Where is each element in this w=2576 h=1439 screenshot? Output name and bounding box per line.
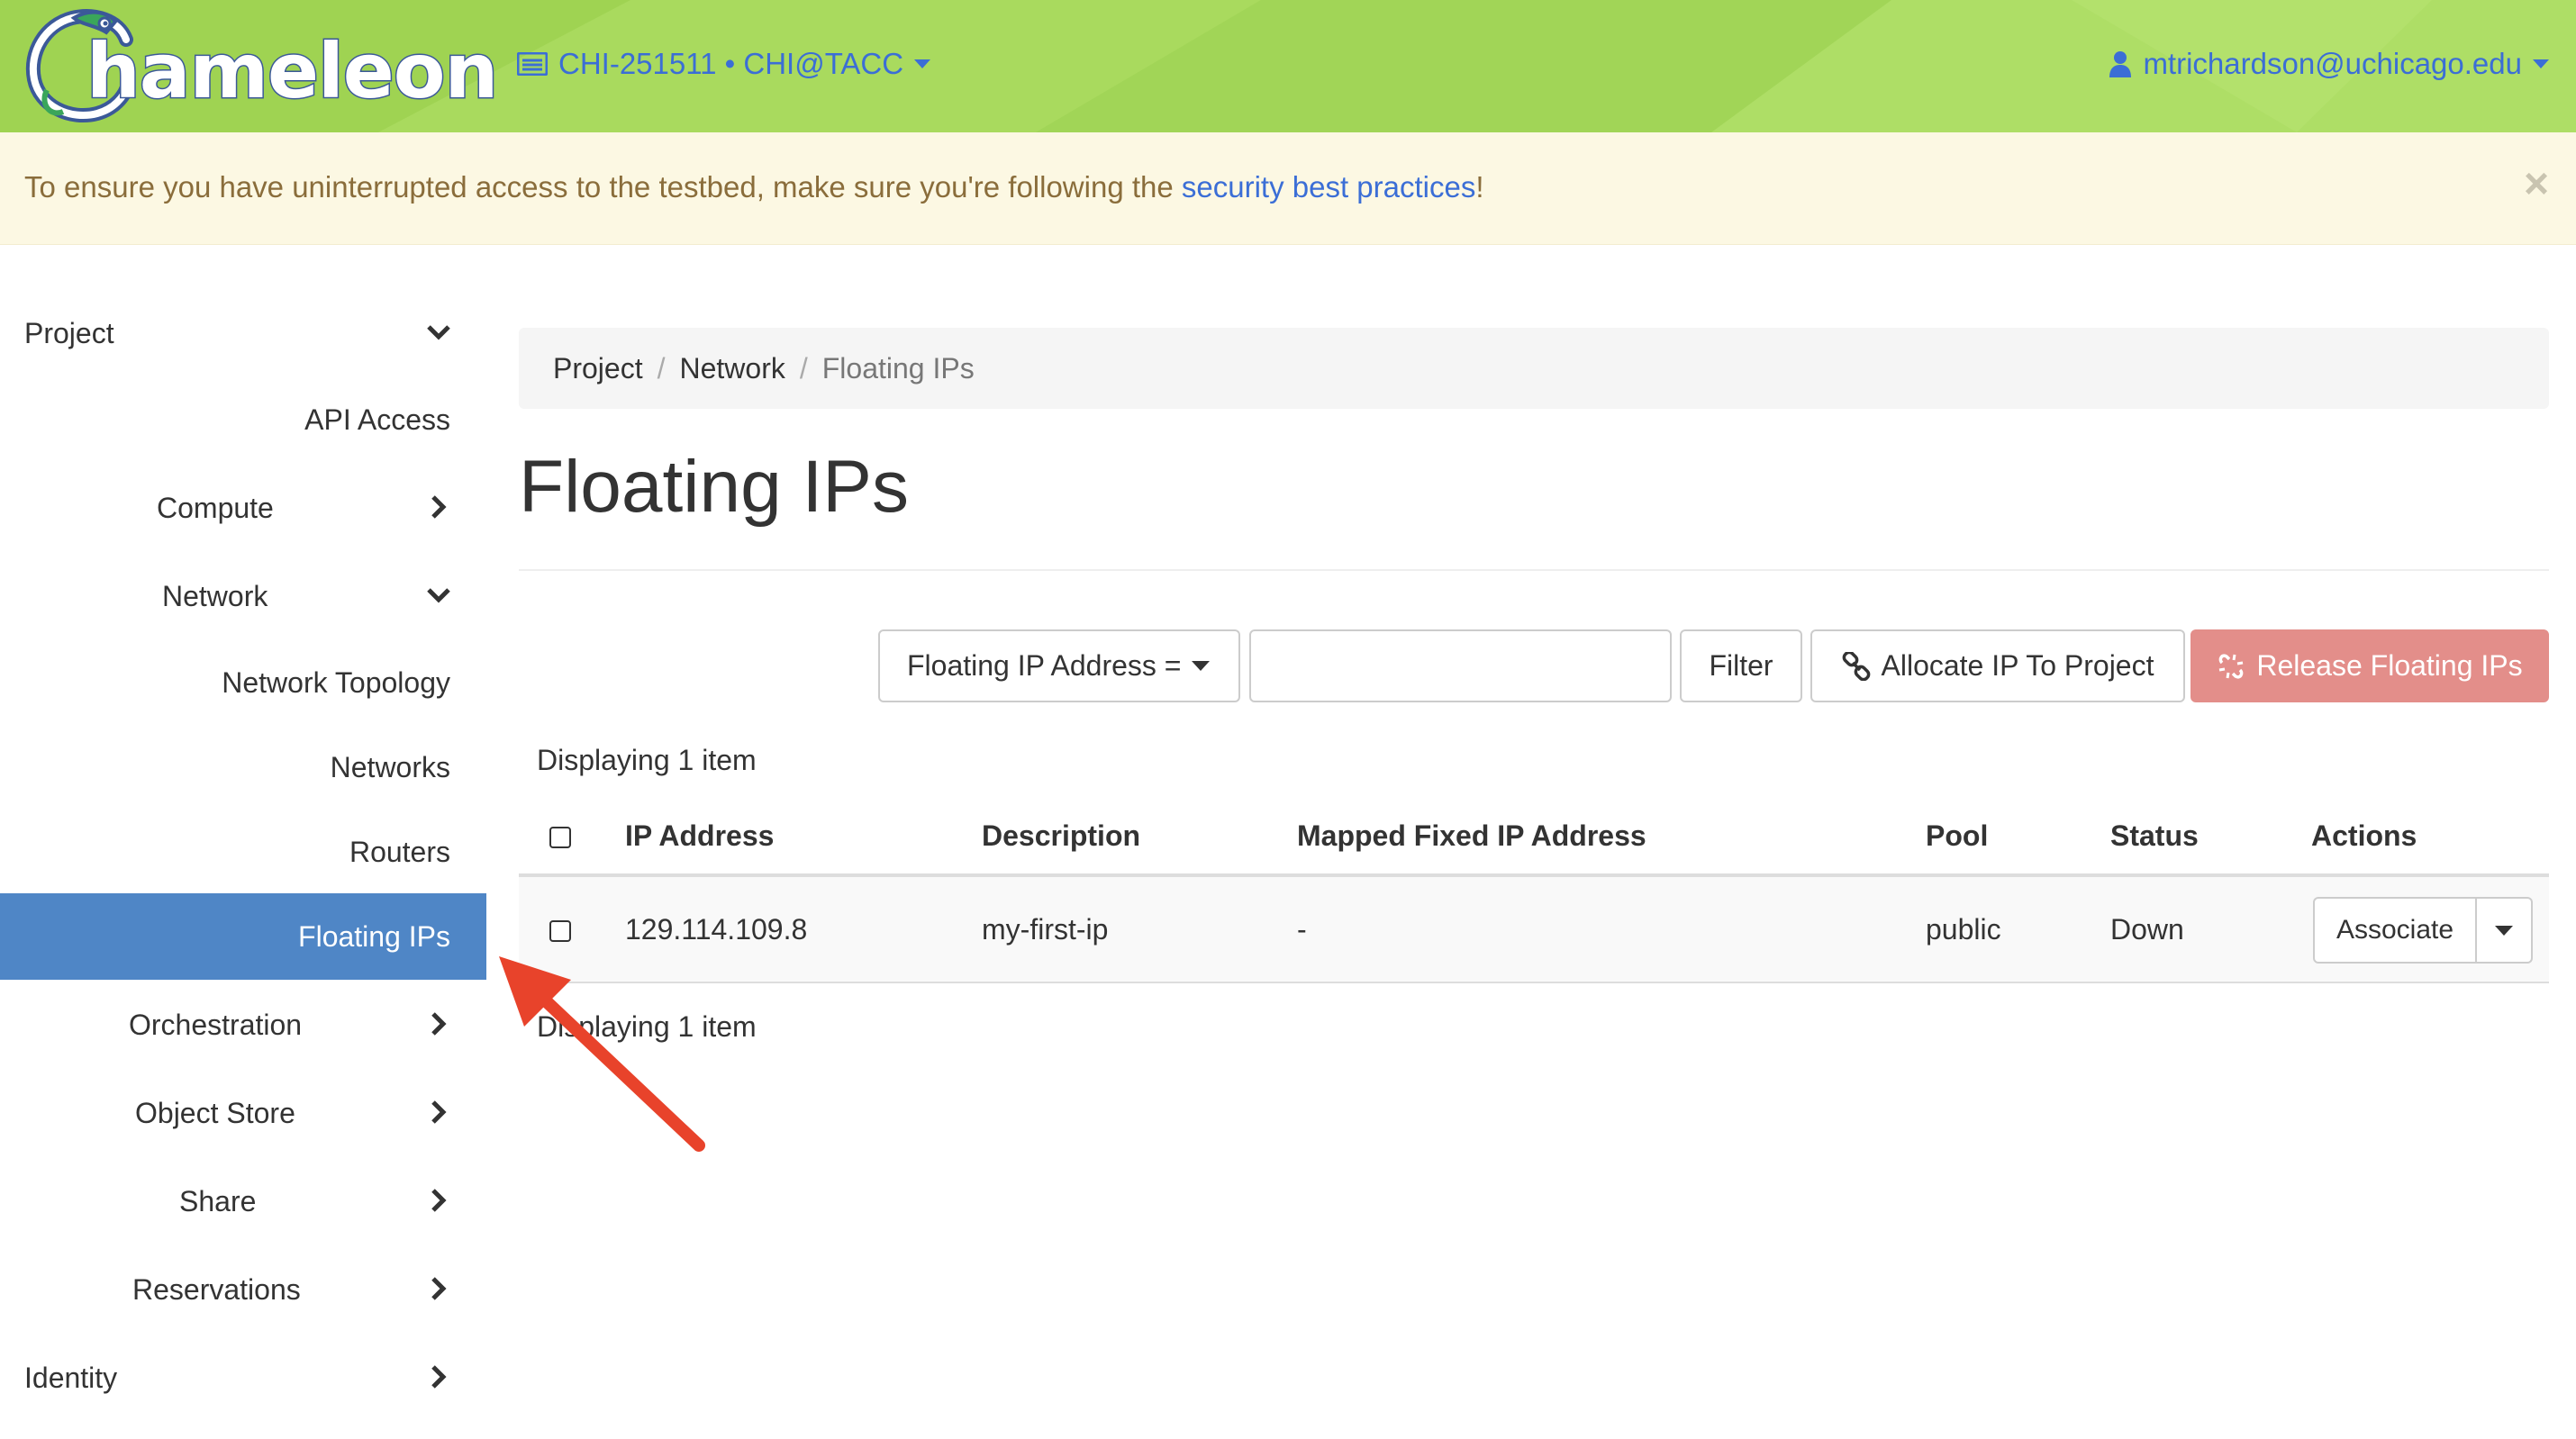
release-floating-ips-label: Release Floating IPs [2256, 649, 2523, 682]
filter-button[interactable]: Filter [1680, 629, 1802, 702]
link-icon [1842, 651, 1870, 681]
cell-description: my-first-ip [982, 913, 1109, 946]
column-ip-address[interactable]: IP Address [625, 819, 774, 853]
column-mapped-fixed-ip[interactable]: Mapped Fixed IP Address [1297, 819, 1646, 853]
select-all-checkbox[interactable] [549, 827, 571, 848]
chevron-right-icon [431, 1277, 447, 1300]
security-best-practices-link[interactable]: security best practices [1182, 170, 1475, 204]
sidebar-item-routers[interactable]: Routers [0, 809, 486, 895]
breadcrumb-network[interactable]: Network [679, 352, 785, 385]
cell-mapped-fixed-ip: - [1297, 913, 1307, 946]
release-floating-ips-button[interactable]: Release Floating IPs [2191, 629, 2549, 702]
logo-wordmark: hameleon [85, 26, 499, 117]
annotation-arrow-icon [499, 956, 705, 1152]
security-alert: To ensure you have uninterrupted access … [0, 132, 2576, 245]
close-icon[interactable]: × [2524, 163, 2549, 206]
sidebar-item-label: Compute [157, 491, 274, 524]
allocate-ip-button[interactable]: Allocate IP To Project [1810, 629, 2185, 702]
caret-down-icon [1192, 661, 1211, 671]
breadcrumb-floating-ips: Floating IPs [821, 351, 975, 385]
table-header: IP Address Description Mapped Fixed IP A… [519, 801, 2549, 877]
sidebar-item-networks[interactable]: Networks [0, 724, 486, 810]
column-status[interactable]: Status [2110, 819, 2199, 853]
sidebar-item-compute[interactable]: Compute [0, 465, 486, 551]
sidebar-item-label: Orchestration [129, 1008, 303, 1041]
cell-pool: public [1926, 913, 2001, 946]
sidebar-item-label: Project [24, 316, 114, 349]
column-pool[interactable]: Pool [1926, 819, 1988, 853]
filter-field-select[interactable]: Floating IP Address = [878, 629, 1240, 702]
column-actions: Actions [2311, 819, 2417, 852]
sidebar-item-label: Object Store [135, 1096, 295, 1129]
column-description[interactable]: Description [982, 819, 1140, 853]
chevron-down-icon [427, 588, 450, 603]
sidebar-item-reservations[interactable]: Reservations [0, 1246, 486, 1333]
row-actions: Associate [2313, 897, 2533, 964]
row-checkbox[interactable] [549, 920, 571, 942]
top-navbar: hameleon CHI-251511 • CHI@TACC mtrichard… [0, 0, 2576, 132]
chevron-right-icon [431, 495, 447, 519]
sidebar-item-share[interactable]: Share [0, 1158, 486, 1244]
sidebar-nav: Project API Access Compute Network Netwo… [0, 245, 486, 1439]
filter-field-label: Floating IP Address = [907, 649, 1182, 682]
sidebar-item-network[interactable]: Network [0, 553, 486, 639]
caret-down-icon [2495, 925, 2513, 936]
sidebar-item-floating-ips[interactable]: Floating IPs [0, 893, 486, 980]
sidebar-item-label: Reservations [132, 1272, 301, 1306]
sidebar-item-network-topology[interactable]: Network Topology [0, 639, 486, 726]
breadcrumb: Project / Network / Floating IPs [519, 328, 2549, 409]
breadcrumb-project[interactable]: Project [553, 352, 643, 385]
chevron-right-icon [431, 1189, 447, 1212]
sidebar-item-api-access[interactable]: API Access [0, 376, 486, 463]
divider [519, 569, 2549, 571]
filter-button-label: Filter [1709, 649, 1773, 682]
sidebar-item-project[interactable]: Project [0, 290, 486, 376]
caret-down-icon [914, 59, 931, 68]
table-row: 129.114.109.8 my-first-ip - public Down … [519, 877, 2549, 983]
chevron-right-icon [431, 1012, 447, 1036]
actions-dropdown-toggle[interactable] [2477, 897, 2533, 964]
sidebar-item-label: Network [162, 579, 268, 612]
alert-text-end: ! [1475, 170, 1484, 204]
display-count-top: Displaying 1 item [537, 744, 757, 776]
chevron-down-icon [427, 325, 450, 340]
sidebar-item-orchestration[interactable]: Orchestration [0, 982, 486, 1068]
sidebar-item-label: Identity [24, 1361, 118, 1394]
alert-message: To ensure you have uninterrupted access … [24, 170, 1484, 204]
sidebar-item-label: Share [179, 1184, 257, 1217]
unlink-icon [2219, 654, 2244, 678]
chevron-right-icon [431, 1365, 447, 1389]
alert-text: To ensure you have uninterrupted access … [24, 170, 1182, 204]
caret-down-icon [2533, 59, 2549, 68]
user-menu[interactable]: mtrichardson@uchicago.edu [2109, 43, 2549, 85]
project-switcher[interactable]: CHI-251511 • CHI@TACC [517, 43, 931, 85]
associate-button[interactable]: Associate [2313, 897, 2477, 964]
sidebar-item-label: Networks [330, 750, 450, 783]
user-icon [2109, 51, 2132, 77]
sidebar-item-label: Floating IPs [298, 919, 450, 953]
sidebar-item-identity[interactable]: Identity [0, 1335, 486, 1421]
cell-ip-address: 129.114.109.8 [625, 913, 808, 946]
project-name: CHI-251511 • CHI@TACC [558, 47, 904, 80]
breadcrumb-separator: / [657, 351, 666, 385]
list-icon [517, 52, 548, 76]
sidebar-item-label: Routers [349, 835, 450, 868]
chameleon-logo[interactable]: hameleon [20, 7, 500, 122]
filter-input[interactable] [1249, 629, 1672, 702]
page-title: Floating IPs [519, 446, 909, 528]
cell-status: Down [2110, 913, 2184, 946]
breadcrumb-separator: / [799, 351, 808, 385]
chevron-right-icon [431, 1100, 447, 1124]
sidebar-item-object-store[interactable]: Object Store [0, 1070, 486, 1156]
sidebar-item-label: API Access [304, 403, 450, 436]
user-email: mtrichardson@uchicago.edu [2143, 47, 2522, 80]
allocate-ip-label: Allocate IP To Project [1881, 649, 2154, 682]
sidebar-item-label: Network Topology [222, 665, 450, 699]
